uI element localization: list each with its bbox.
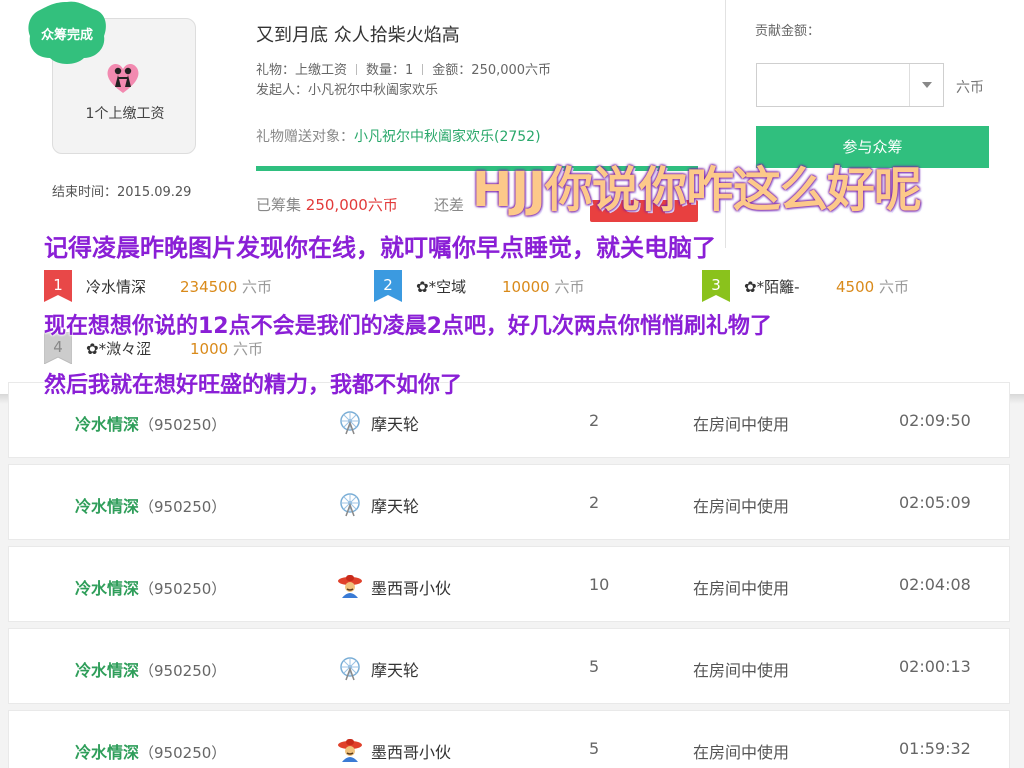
overlay-caption-line-3: 然后我就在想好旺盛的精力，我都不如你了	[44, 373, 463, 398]
record-gift-name: 摩天轮	[371, 497, 420, 516]
gift-target: 礼物赠送对象：小凡祝尔中秋阖家欢乐(2752)	[256, 126, 541, 146]
ranking-amount-unit: 六币	[878, 278, 909, 296]
ranking-amount: 234500 六币	[180, 276, 272, 297]
rank-number: 3	[711, 276, 721, 294]
ranking-name: ✿*空域	[416, 278, 467, 296]
ranking-amount-value: 4500	[836, 278, 875, 296]
record-user[interactable]: 冷水情深（950250）	[75, 657, 226, 681]
meta-separator	[356, 64, 358, 75]
rank-number: 2	[383, 276, 393, 294]
record-user-name[interactable]: 冷水情深	[75, 415, 139, 434]
raised-label: 已筹集	[256, 196, 302, 214]
ranking-name: 冷水情深	[86, 278, 147, 296]
record-status: 在房间中使用	[693, 743, 790, 762]
gift-target-link[interactable]: 小凡祝尔中秋阖家欢乐(2752)	[354, 129, 541, 145]
remaining-label: 还差	[434, 196, 465, 214]
record-user-id: （950250）	[139, 744, 227, 762]
record-user-id: （950250）	[139, 580, 227, 598]
record-user-name[interactable]: 冷水情深	[75, 497, 139, 516]
record-count: 5	[589, 657, 600, 676]
record-status: 在房间中使用	[693, 579, 790, 598]
record-count: 10	[589, 575, 610, 594]
mexican-guy-icon	[338, 739, 362, 762]
ranking-name: ✿*溦々涩	[86, 340, 152, 358]
screenshot-stage: 1个上缴工资 众筹完成 结束时间：2015.09.29 又到月底 众人拾柴火焰高…	[0, 0, 1024, 768]
ranking-name: ✿*陌籬-	[744, 278, 800, 296]
overlay-caption-line-2: 现在想想你说的12点不会是我们的凌晨2点吧，好几次两点你悄悄刷礼物了	[44, 314, 772, 339]
table-row: 冷水情深（950250） 摩天轮 2 在房间中使用 02:05:09	[8, 464, 1010, 540]
record-gift-name: 摩天轮	[371, 415, 420, 434]
chevron-down-icon	[922, 82, 932, 88]
ranking-amount-value: 234500	[180, 278, 238, 296]
raised-total: 已筹集 250,000六币	[256, 194, 398, 215]
record-gift-name: 摩天轮	[371, 661, 420, 680]
record-user-id: （950250）	[139, 662, 227, 680]
ranking-item[interactable]: 2 ✿*空域 10000 六币	[374, 270, 674, 302]
ferris-wheel-icon	[340, 657, 360, 681]
record-time: 02:00:13	[899, 657, 971, 676]
record-gift-name: 墨西哥小伙	[371, 743, 452, 762]
completed-badge-label: 众筹完成	[40, 28, 93, 43]
ferris-wheel-icon	[340, 411, 360, 435]
table-row: 冷水情深（950250） 墨西哥小伙 10 在房间中使用 02:04:08	[8, 546, 1010, 622]
record-count: 2	[589, 493, 600, 512]
record-user-id: （950250）	[139, 498, 227, 516]
record-status: 在房间中使用	[693, 415, 790, 434]
record-user-id: （950250）	[139, 416, 227, 434]
ranking-amount-unit: 六币	[242, 278, 273, 296]
ranking-amount: 1000 六币	[190, 338, 263, 359]
contribution-amount-select[interactable]	[756, 63, 944, 107]
record-user[interactable]: 冷水情深（950250）	[75, 493, 226, 517]
record-user[interactable]: 冷水情深（950250）	[75, 575, 226, 599]
ranking-item[interactable]: 1 冷水情深 234500 六币	[44, 270, 344, 302]
record-count: 5	[589, 739, 600, 758]
gift-record-list: 冷水情深（950250） 摩天轮 2 在房间中使用 02:09:50 冷水情深（95025…	[0, 382, 1024, 768]
overlay-caption-line-1: 记得凌晨昨晚图片发现你在线，就叮嘱你早点睡觉，就关电脑了	[44, 234, 716, 262]
record-count: 2	[589, 411, 600, 430]
table-row: 冷水情深（950250） 摩天轮 5 在房间中使用 02:00:13	[8, 628, 1010, 704]
record-user-name[interactable]: 冷水情深	[75, 579, 139, 598]
ranking-item[interactable]: 3 ✿*陌籬- 4500 六币	[702, 270, 1002, 302]
gift-quantity: 数量：1	[366, 63, 414, 78]
record-status: 在房间中使用	[693, 661, 790, 680]
record-time: 01:59:32	[899, 739, 971, 758]
ferris-wheel-icon	[340, 493, 360, 517]
dropdown-toggle[interactable]	[909, 64, 943, 106]
overlay-caption-title: HJJ你说你咋这么好呢	[472, 162, 922, 218]
contribution-label: 贡献金额：	[755, 24, 821, 39]
record-time: 02:04:08	[899, 575, 971, 594]
ranking-amount: 4500 六币	[836, 276, 909, 297]
record-user[interactable]: 冷水情深（950250）	[75, 739, 226, 763]
ranking-amount-unit: 六币	[554, 278, 585, 296]
table-row: 冷水情深（950250） 墨西哥小伙 5 在房间中使用 01:59:32	[8, 710, 1010, 768]
ranking-amount-unit: 六币	[232, 340, 263, 358]
initiator: 发起人：小凡祝尔中秋阖家欢乐	[256, 83, 439, 98]
gift-target-label: 礼物赠送对象：	[256, 129, 354, 145]
gift-label: 1个上缴工资	[85, 106, 165, 122]
record-time: 02:05:09	[899, 493, 971, 512]
end-time: 结束时间：2015.09.29	[52, 185, 192, 200]
ranking-amount-value: 1000	[190, 340, 229, 358]
mexican-guy-icon	[338, 575, 362, 598]
record-user[interactable]: 冷水情深（950250）	[75, 411, 226, 435]
rank-number: 1	[53, 276, 63, 294]
record-user-name[interactable]: 冷水情深	[75, 661, 139, 680]
ranking-amount-value: 10000	[502, 278, 550, 296]
gift-meta: 礼物：上缴工资 数量：1 金额：250,000六币	[256, 59, 551, 78]
meta-separator	[422, 64, 424, 75]
record-gift-name: 墨西哥小伙	[371, 579, 452, 598]
campaign-title: 又到月底 众人拾柴火焰高	[256, 25, 460, 46]
gift-name: 礼物：上缴工资	[256, 63, 348, 78]
record-status: 在房间中使用	[693, 497, 790, 516]
couple-heart-icon	[107, 63, 139, 93]
rank-number: 4	[53, 338, 63, 356]
gift-amount: 金额：250,000六币	[432, 63, 552, 78]
contribution-unit: 六币	[956, 80, 984, 96]
ranking-amount: 10000 六币	[502, 276, 585, 297]
raised-amount: 250,000六币	[305, 196, 398, 214]
record-user-name[interactable]: 冷水情深	[75, 743, 139, 762]
record-time: 02:09:50	[899, 411, 971, 430]
